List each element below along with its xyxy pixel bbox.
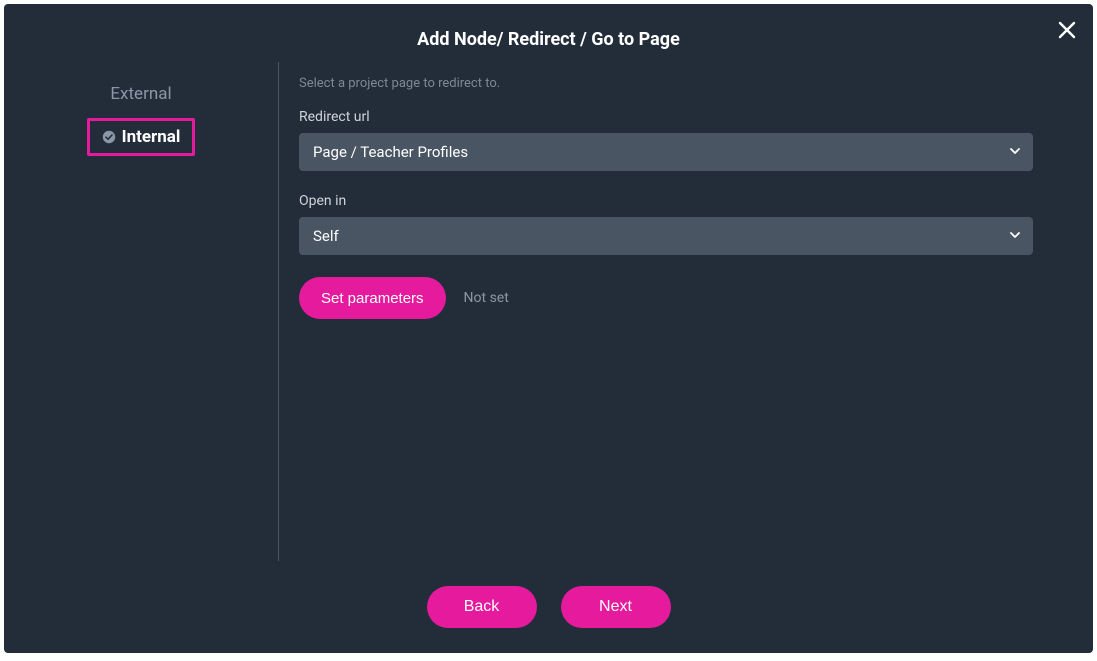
open-in-select[interactable]: Self: [299, 217, 1033, 255]
redirect-url-select[interactable]: Page / Teacher Profiles: [299, 133, 1033, 171]
modal-title: Add Node/ Redirect / Go to Page: [4, 4, 1093, 50]
modal-body: External Internal Select a project page …: [4, 62, 1093, 561]
modal-footer: Back Next: [4, 561, 1093, 653]
content-panel: Select a project page to redirect to. Re…: [279, 62, 1093, 561]
chevron-down-icon: [1009, 143, 1021, 161]
redirect-url-value: Page / Teacher Profiles: [313, 143, 468, 161]
modal-dialog: Add Node/ Redirect / Go to Page External…: [4, 4, 1093, 653]
tab-label: Internal: [122, 127, 181, 147]
helper-text: Select a project page to redirect to.: [299, 76, 1033, 91]
tab-external[interactable]: External: [102, 80, 179, 108]
checkmark-icon: [102, 130, 116, 144]
back-button[interactable]: Back: [427, 586, 537, 628]
tab-label: External: [110, 84, 171, 104]
open-in-value: Self: [313, 227, 339, 245]
parameters-status: Not set: [464, 290, 509, 306]
set-parameters-button[interactable]: Set parameters: [299, 277, 446, 319]
next-button[interactable]: Next: [561, 586, 671, 628]
redirect-url-label: Redirect url: [299, 109, 1033, 125]
sidebar: External Internal: [4, 62, 279, 561]
open-in-label: Open in: [299, 193, 1033, 209]
parameters-row: Set parameters Not set: [299, 277, 1033, 319]
tab-internal[interactable]: Internal: [87, 118, 196, 156]
close-icon: [1058, 21, 1076, 39]
close-button[interactable]: [1055, 18, 1079, 42]
chevron-down-icon: [1009, 227, 1021, 245]
